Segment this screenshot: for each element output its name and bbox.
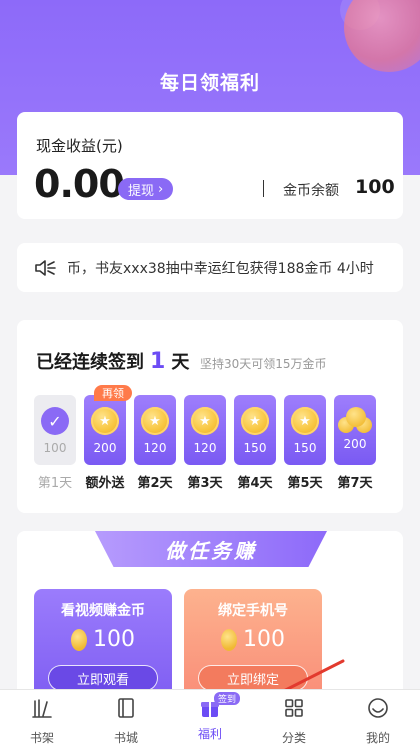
chevron-right-icon: › [158,181,164,197]
day-label: 额外送 [85,476,125,491]
day-label: 第4天 [237,476,273,491]
signin-prefix: 已经连续签到 [36,352,144,373]
day-label: 第7天 [337,476,373,491]
signin-day[interactable]: ★ 120 第3天 [184,395,226,491]
signin-suffix: 天 [171,352,190,373]
signin-day[interactable]: 200 第7天 [334,395,376,491]
task-reward: 100 [34,627,172,652]
signin-card: 已经连续签到 1 天 坚持30天可领15万金币 ✓ 100 第1天 ★ 200 … [17,320,403,513]
signin-day[interactable]: ★ 150 第4天 [234,395,276,491]
task-reward: 100 [184,627,322,652]
extra-tag: 再领 [94,385,132,401]
tab-bookshelf[interactable]: 书架 [12,696,72,746]
coin-star-icon: ★ [291,407,319,435]
notice-text: 币，书友xxx38抽中幸运红包获得188金币 4小时 [67,261,374,277]
bottom-tab-bar: 书架 书城 签到 福利 分类 我的 [0,689,420,747]
coin-star-icon: ★ [91,407,119,435]
tab-welfare[interactable]: 签到 福利 [180,692,241,742]
day-label: 第1天 [37,476,73,491]
tab-bookstore[interactable]: 书城 [96,696,156,746]
profile-icon [368,698,388,718]
withdraw-button[interactable]: 提现 › [118,178,174,200]
coin-icon [71,628,87,651]
tab-label: 书城 [113,731,138,745]
task-reward-value: 100 [243,627,285,652]
speaker-icon [35,260,56,276]
day-amount: 100 [43,441,67,455]
task-banner: 做任务赚 [95,531,327,567]
tab-label: 我的 [365,731,390,745]
book-icon [118,698,134,718]
star-badge-icon [344,0,420,72]
divider [263,180,264,197]
signin-day[interactable]: ✓ 100 第1天 [34,395,76,491]
signin-day[interactable]: ★ 150 第5天 [284,395,326,491]
tab-label: 分类 [281,731,306,745]
task-name: 看视频赚金币 [61,603,145,619]
coin-star-icon: ★ [191,407,219,435]
bookshelf-icon [32,699,52,718]
coin-star-icon: ★ [141,407,169,435]
tab-label: 福利 [197,727,222,741]
day-amount: 150 [293,441,317,455]
coin-balance-label: 金币余额 [283,183,339,199]
page-title: 每日领福利 [159,72,260,94]
coin-star-icon: ★ [241,407,269,435]
signin-day[interactable]: ★ 120 第2天 [134,395,176,491]
earnings-value: 0.00 [34,162,125,206]
task-reward-value: 100 [93,627,135,652]
day-label: 第5天 [287,476,323,491]
tab-label: 书架 [29,731,54,745]
withdraw-label: 提现 [128,183,155,199]
watch-now-button[interactable]: 立即观看 [48,665,158,691]
check-icon: ✓ [41,407,69,435]
coin-icon [221,628,237,651]
tab-category[interactable]: 分类 [264,696,324,746]
tab-mine[interactable]: 我的 [348,696,408,746]
signin-badge: 签到 [214,692,241,705]
signin-days: 1 [150,349,166,374]
signin-day[interactable]: ★ 200 再领 额外送 [84,385,132,491]
coin-pile-icon [338,407,372,435]
day-amount: 200 [93,441,117,455]
earnings-label: 现金收益(元) [36,137,123,155]
coin-balance-value: 100 [355,176,395,198]
grid-icon [285,699,303,717]
day-amount: 200 [343,437,367,451]
day-amount: 150 [243,441,267,455]
notice-bar[interactable]: 币，书友xxx38抽中幸运红包获得188金币 4小时 [17,243,403,292]
day-amount: 120 [193,441,217,455]
signin-subtitle: 坚持30天可领15万金币 [200,357,327,371]
day-label: 第2天 [137,476,173,491]
signin-title: 已经连续签到 1 天 [36,348,189,374]
task-name: 绑定手机号 [218,603,288,619]
earnings-card: 现金收益(元) 0.00 提现 › 金币余额 100 [17,112,403,219]
day-label: 第3天 [187,476,223,491]
day-amount: 120 [143,441,167,455]
task-watch-video[interactable]: 看视频赚金币 100 立即观看 [34,589,172,699]
